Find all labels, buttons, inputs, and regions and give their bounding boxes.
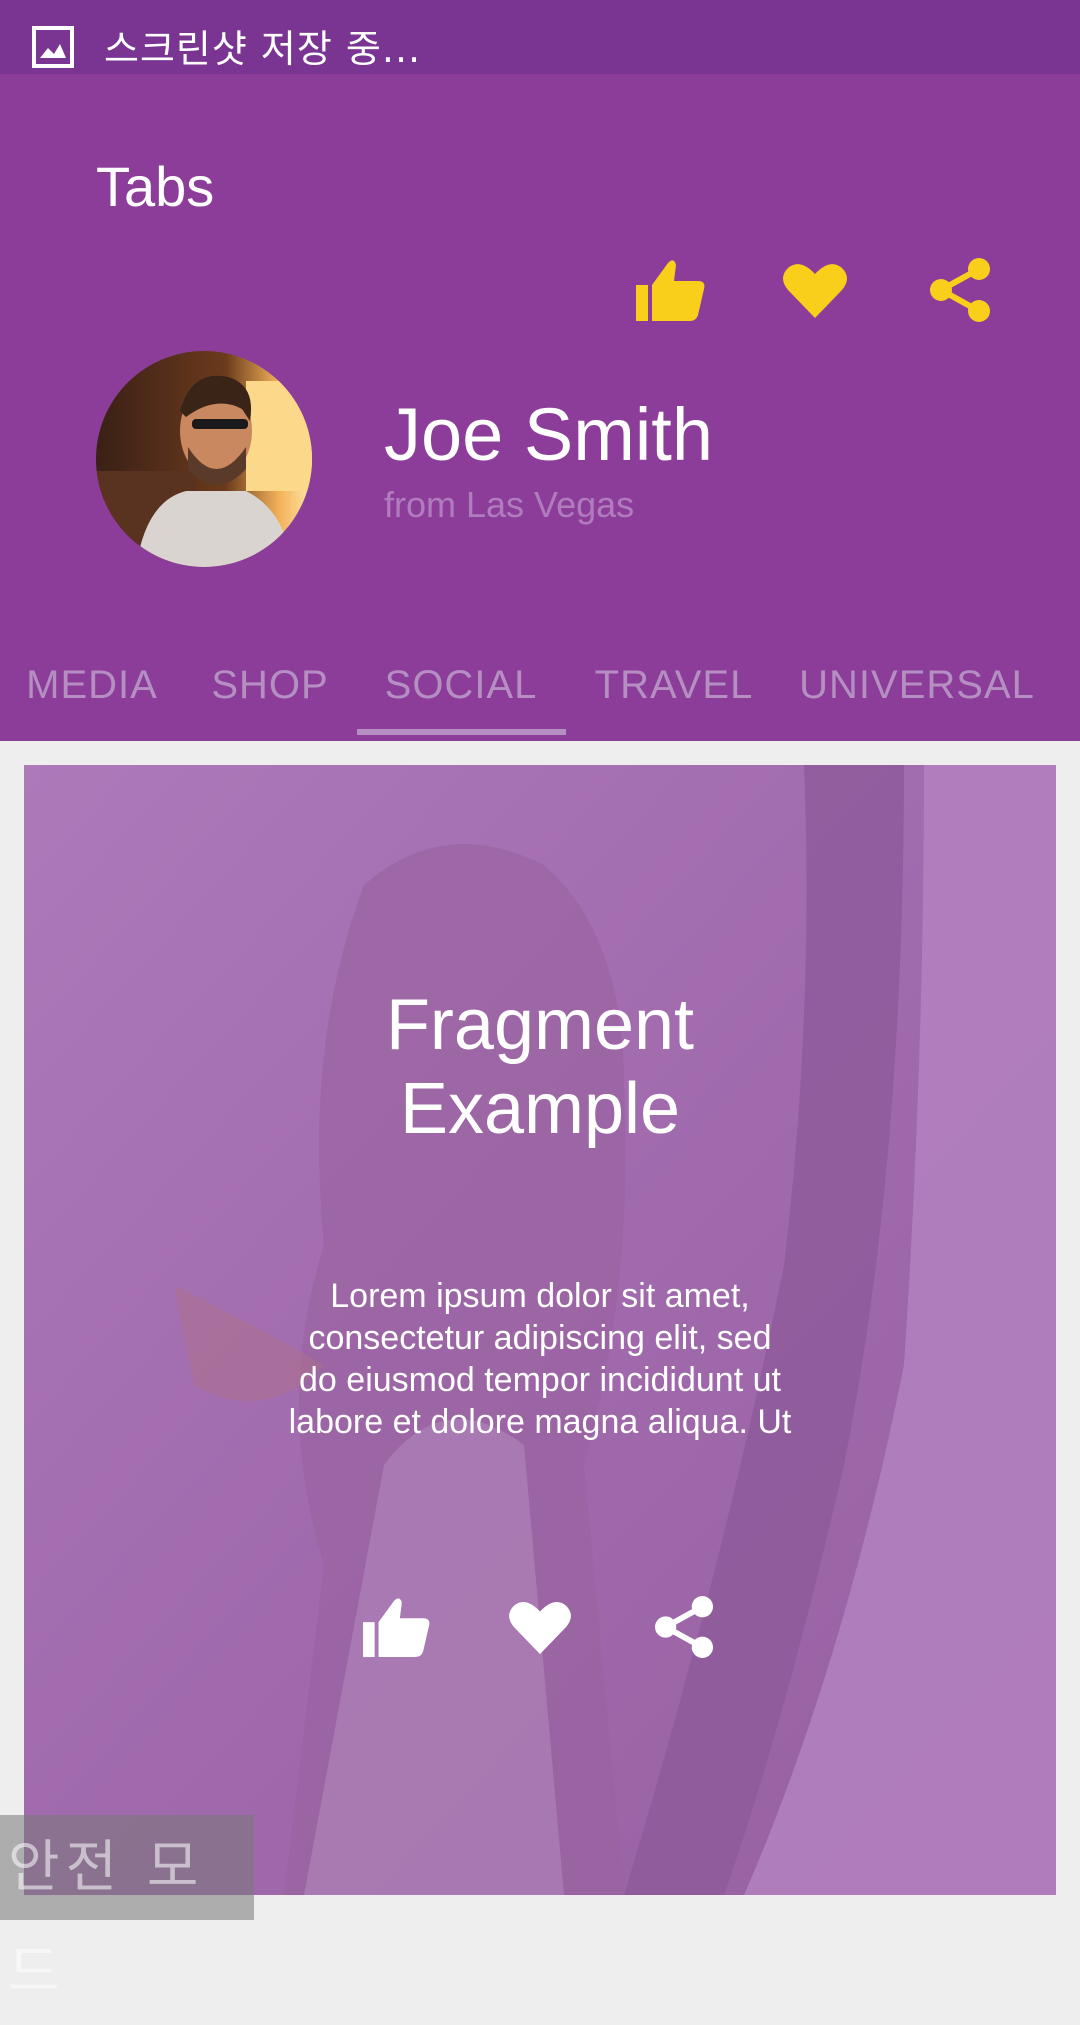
status-bar: 스크린샷 저장 중... <box>0 0 1080 74</box>
screenshot-icon <box>32 26 74 68</box>
tab-shop[interactable]: SHOP <box>184 629 356 741</box>
safe-mode-watermark: 안전 모드 <box>0 1815 254 2005</box>
card-body-line: Lorem ipsum dolor sit amet, <box>330 1277 750 1315</box>
share-icon <box>654 1596 714 1658</box>
card-title-line: Example <box>399 1069 681 1149</box>
tab-travel[interactable]: TRAVEL <box>566 629 782 741</box>
tab-indicator <box>357 729 566 735</box>
card-body-line: labore et dolore magna aliqua. Ut <box>288 1403 792 1441</box>
status-text: 스크린샷 저장 중... <box>104 27 422 71</box>
tab-universal[interactable]: UNIVERSAL <box>782 629 1052 741</box>
fragment-card: Fragment Example Lorem ipsum dolor sit a… <box>24 765 1056 1895</box>
profile-header: Tabs Joe Smith from Las Vegas MEDIA SHOP… <box>0 74 1080 741</box>
tab-bar: MEDIA SHOP SOCIAL TRAVEL UNIVERSAL <box>0 629 1080 741</box>
card-actions <box>24 1587 1056 1667</box>
thumbs-up-icon <box>636 260 705 321</box>
card-body-line: consectetur adipiscing elit, sed <box>308 1319 772 1357</box>
profile-name: Joe Smith <box>384 393 714 476</box>
card-body-text: Lorem ipsum dolor sit amet, consectetur … <box>264 1275 816 1443</box>
like-button[interactable] <box>630 250 710 330</box>
thumbs-up-icon <box>363 1598 430 1658</box>
heart-icon <box>509 1602 571 1655</box>
card-title-line: Fragment <box>385 985 695 1065</box>
avatar-photo <box>96 351 312 567</box>
heart-icon <box>783 264 847 318</box>
tab-media[interactable]: MEDIA <box>0 629 184 741</box>
share-button[interactable] <box>920 250 1000 330</box>
avatar[interactable] <box>96 351 312 567</box>
card-favorite-button[interactable] <box>500 1587 580 1667</box>
card-share-button[interactable] <box>644 1587 724 1667</box>
card-body-line: do eiusmod tempor incididunt ut <box>299 1361 781 1399</box>
card-like-button[interactable] <box>356 1587 436 1667</box>
app-title: Tabs <box>96 155 215 218</box>
tab-social[interactable]: SOCIAL <box>356 629 566 741</box>
header-actions <box>630 250 1080 350</box>
card-title: Fragment Example <box>24 983 1056 1151</box>
favorite-button[interactable] <box>775 250 855 330</box>
share-icon <box>930 258 990 322</box>
profile-location: from Las Vegas <box>384 484 635 525</box>
